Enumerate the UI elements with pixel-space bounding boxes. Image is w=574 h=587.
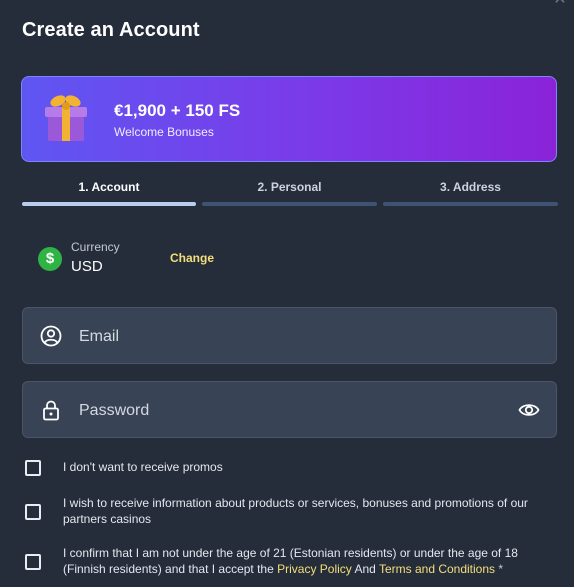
- email-field-container: [22, 307, 557, 365]
- currency-value: USD: [71, 258, 103, 275]
- step-label: 1. Account: [78, 180, 140, 194]
- password-input[interactable]: [77, 382, 501, 439]
- terms-and-conditions-link[interactable]: Terms and Conditions: [379, 562, 495, 576]
- partners-checkbox[interactable]: [25, 504, 41, 520]
- age-terms-consent-row: I confirm that I am not under the age of…: [24, 545, 554, 579]
- partners-consent-row: I wish to receive information about prod…: [24, 495, 554, 529]
- currency-selector: $ Currency USD Change: [38, 240, 278, 280]
- signup-steps: 1. Account 2. Personal 3. Address: [22, 180, 558, 210]
- gift-icon: [45, 95, 87, 141]
- step-personal[interactable]: 2. Personal: [202, 180, 377, 210]
- password-field-container: [22, 381, 557, 439]
- promos-consent-label: I don't want to receive promos: [63, 460, 223, 474]
- step-label: 3. Address: [440, 180, 501, 194]
- bonus-label: Welcome Bonuses: [114, 125, 214, 139]
- required-mark: *: [498, 562, 504, 576]
- close-icon[interactable]: ✕: [552, 0, 568, 8]
- step-account[interactable]: 1. Account: [22, 180, 196, 210]
- partners-consent-label: I wish to receive information about prod…: [63, 496, 528, 526]
- privacy-policy-link[interactable]: Privacy Policy: [277, 562, 352, 576]
- step-progress-bar: [202, 202, 377, 206]
- and-text: And: [354, 562, 376, 576]
- welcome-bonus-banner: €1,900 + 150 FS Welcome Bonuses: [21, 76, 557, 162]
- step-label: 2. Personal: [257, 180, 322, 194]
- change-currency-button[interactable]: Change: [170, 251, 214, 265]
- promos-consent-row: I don't want to receive promos: [24, 459, 554, 477]
- email-input[interactable]: [77, 308, 501, 365]
- age-terms-consent-label: I confirm that I am not under the age of…: [63, 545, 554, 577]
- lock-icon: [43, 400, 59, 421]
- user-circle-icon: [40, 325, 62, 347]
- page-title: Create an Account: [22, 19, 200, 41]
- promos-checkbox[interactable]: [25, 460, 41, 476]
- step-address[interactable]: 3. Address: [383, 180, 558, 210]
- age-terms-checkbox[interactable]: [25, 554, 41, 570]
- step-progress-bar: [22, 202, 196, 206]
- dollar-coin-icon: $: [38, 247, 62, 271]
- step-progress-bar: [383, 202, 558, 206]
- currency-label: Currency: [71, 240, 120, 254]
- bonus-amount: €1,900 + 150 FS: [114, 101, 241, 120]
- eye-icon[interactable]: [518, 400, 540, 420]
